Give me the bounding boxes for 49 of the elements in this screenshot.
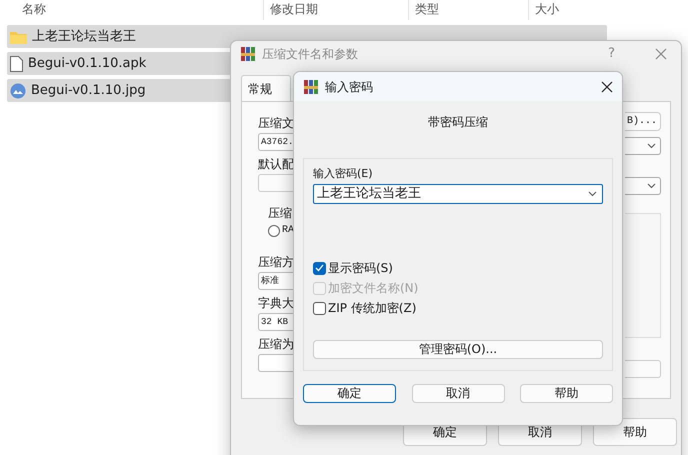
tab[interactable]: 常规 [241, 75, 291, 101]
dropdown[interactable] [258, 174, 295, 192]
text-field[interactable]: 32 KB [258, 313, 295, 331]
dropdown[interactable] [625, 137, 661, 155]
chevron-down-icon [647, 183, 656, 189]
dialog-heading: 带密码压缩 [428, 114, 488, 131]
document-icon [10, 56, 23, 72]
file-name: Begui-v0.1.10.jpg [31, 82, 146, 100]
file-name: Begui-v0.1.10.apk [28, 54, 146, 73]
dropdown[interactable] [625, 177, 661, 195]
books-icon [240, 46, 256, 62]
text-field[interactable] [258, 354, 295, 372]
group-title: 压缩 [268, 206, 293, 221]
field-label: 默认配 [258, 157, 295, 172]
text-field[interactable]: A3762. [258, 133, 295, 151]
dialog-button[interactable]: 取消 [412, 384, 504, 403]
column-header[interactable]: 大小 [535, 1, 559, 17]
file-name: 上老王论坛当老王 [32, 28, 136, 46]
dialog-button[interactable]: 帮助 [593, 418, 677, 446]
books-icon [303, 78, 319, 94]
dialog-button[interactable]: 确定 [303, 384, 396, 403]
button[interactable]: B)... [625, 112, 661, 131]
text-field[interactable]: 标准 [258, 272, 295, 290]
text-field[interactable] [625, 360, 661, 378]
password-field[interactable]: 上老王论坛当老王 [313, 184, 603, 204]
column-header[interactable]: 名称 [22, 1, 46, 17]
dialog-button[interactable]: 帮助 [520, 384, 613, 403]
checkbox[interactable] [313, 302, 326, 314]
chevron-down-icon [647, 143, 656, 149]
field-label: 压缩方 [258, 255, 295, 270]
image-file-icon [10, 82, 26, 98]
radio-button[interactable] [268, 225, 280, 237]
checkbox-label: 加密文件名称(N) [328, 280, 418, 297]
checkbox[interactable] [313, 262, 326, 274]
chevron-down-icon [588, 191, 597, 197]
column-header[interactable]: 类型 [415, 1, 439, 17]
checkbox-label: ZIP 传统加密(Z) [328, 300, 416, 317]
field-label: 字典大 [258, 296, 295, 311]
close-icon[interactable] [601, 80, 613, 92]
checkbox-label: 显示密码(S) [328, 260, 393, 277]
manage-passwords-button[interactable]: 管理密码(O)... [313, 340, 603, 359]
window-title: 输入密码 [325, 78, 373, 96]
field-label: 压缩文 [258, 116, 295, 131]
column-header[interactable]: 修改日期 [270, 1, 318, 17]
radio-label: RA [282, 225, 294, 237]
window-title: 压缩文件名和参数 [262, 46, 358, 63]
field-label: 压缩为 [258, 337, 295, 352]
folder-icon [10, 30, 27, 44]
field-label: 输入密码(E) [313, 167, 374, 181]
